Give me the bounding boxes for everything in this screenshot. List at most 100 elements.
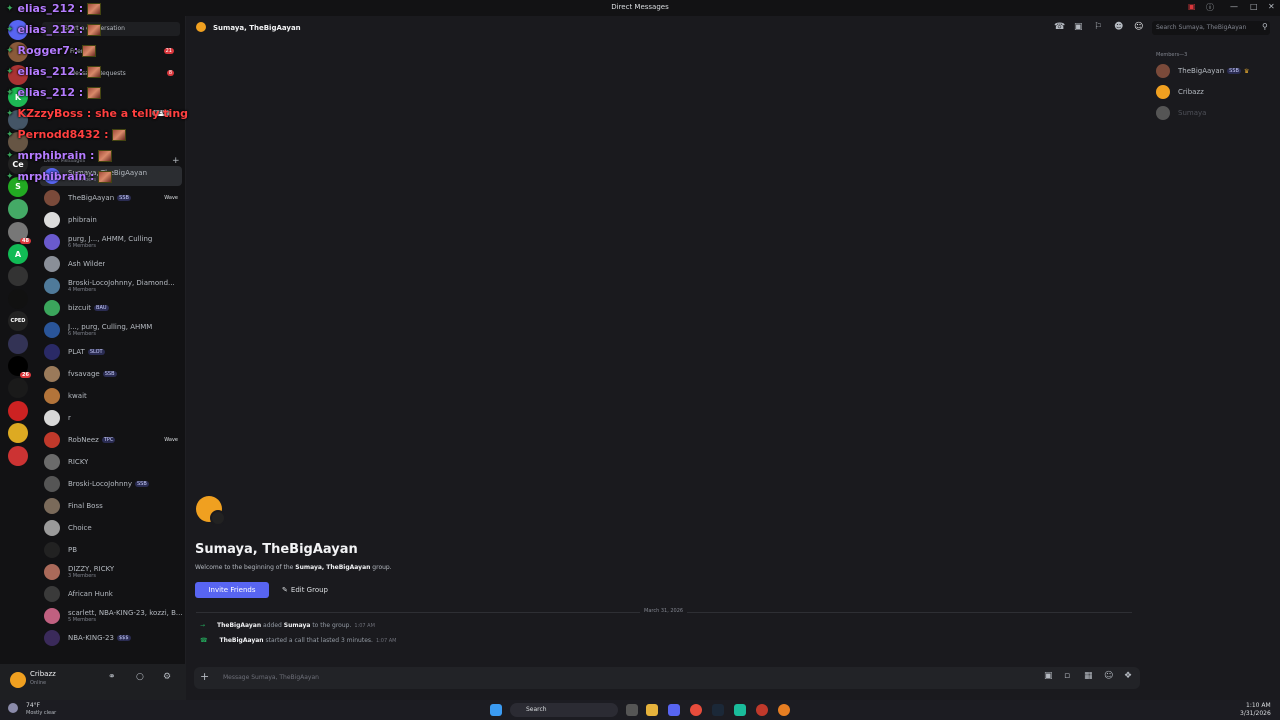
file-explorer-icon[interactable] xyxy=(646,704,658,716)
server-icon[interactable] xyxy=(8,199,28,220)
start-icon[interactable] xyxy=(490,704,502,716)
dm-item[interactable]: NBA-KING-23 $$$ xyxy=(40,628,182,648)
dm-text: purg, J..., AHMM, Culling 6 Members xyxy=(68,235,152,249)
search-input[interactable]: Search Sumaya, TheBigAayan xyxy=(1152,21,1270,35)
dm-item[interactable]: RobNeez TPC Wave xyxy=(40,430,182,450)
server-icon[interactable] xyxy=(8,288,28,309)
dm-item[interactable]: Ash Wilder xyxy=(40,254,182,274)
add-dm-button[interactable]: + xyxy=(172,156,180,166)
browser-icon[interactable] xyxy=(778,704,790,716)
task-view-icon[interactable] xyxy=(626,704,638,716)
dm-item[interactable]: African Hunk xyxy=(40,584,182,604)
dm-item[interactable]: TheBigAayan SSB Wave xyxy=(40,188,182,208)
server-icon[interactable]: K xyxy=(8,87,28,108)
microphone-icon[interactable]: ⚭ xyxy=(108,672,116,682)
friends-badge: 21 xyxy=(163,48,174,54)
dm-item[interactable]: fvsavage SSB xyxy=(40,364,182,384)
close-icon[interactable]: ✕ xyxy=(1268,2,1275,11)
server-icon[interactable]: CPED xyxy=(8,311,28,332)
mention-badge: 48 xyxy=(20,237,31,244)
settings-gear-icon[interactable]: ⚙ xyxy=(163,672,171,682)
obs-icon[interactable] xyxy=(756,704,768,716)
server-icon[interactable] xyxy=(8,64,28,85)
dm-item[interactable]: DIZZY, RICKY 3 Members xyxy=(40,562,182,582)
windows-taskbar: 74°F Mostly clear Search 1:10 AM 3/31/20… xyxy=(0,700,1280,720)
edit-group-button[interactable]: ✎ Edit Group xyxy=(276,582,334,598)
server-icon[interactable]: A xyxy=(8,244,28,264)
server-icon[interactable] xyxy=(8,445,28,466)
member-list-icon[interactable]: ☺ xyxy=(1134,22,1143,32)
add-attachment-icon[interactable]: + xyxy=(200,670,209,683)
server-icon[interactable] xyxy=(8,20,28,40)
chat-header: Sumaya, TheBigAayan ☎ ▣ ⚐ ☻ ☺ Search Sum… xyxy=(186,16,1280,40)
dm-item[interactable]: kwait xyxy=(40,386,182,406)
dm-item[interactable]: PLAT SLOT xyxy=(40,342,182,362)
server-icon[interactable] xyxy=(8,109,28,130)
minimize-icon[interactable]: — xyxy=(1230,2,1238,11)
invite-friends-button[interactable]: Invite Friends xyxy=(195,582,269,598)
welcome-suffix: group. xyxy=(370,564,392,571)
dm-text: Final Boss xyxy=(68,502,103,510)
voice-call-icon[interactable]: ☎ xyxy=(1054,22,1065,32)
dm-text: Sumaya, TheBigAayan 3 Members xyxy=(68,169,147,183)
server-icon[interactable] xyxy=(8,400,28,421)
chrome-icon[interactable] xyxy=(690,704,702,716)
add-friends-icon[interactable]: ☻ xyxy=(1114,22,1123,32)
wave-button[interactable]: Wave xyxy=(164,437,178,443)
taskbar-search[interactable]: Search xyxy=(510,703,618,717)
dm-item[interactable]: Final Boss xyxy=(40,496,182,516)
inbox-icon[interactable]: ▣ xyxy=(1188,2,1196,11)
server-icon[interactable]: Ce xyxy=(8,154,28,175)
dm-item[interactable]: purg, J..., AHMM, Culling 6 Members xyxy=(40,232,182,252)
dm-item[interactable]: phibrain xyxy=(40,210,182,230)
dm-name: African Hunk xyxy=(68,590,113,598)
app-icon[interactable] xyxy=(734,704,746,716)
message-requests-item[interactable]: Message Requests 8 xyxy=(40,66,182,82)
dm-item[interactable]: Broski-LocoJohnny, Diamond... 4 Members xyxy=(40,276,182,296)
server-icon[interactable] xyxy=(8,42,28,63)
emoji-icon[interactable]: ☺ xyxy=(1104,671,1113,681)
discord-taskbar-icon[interactable] xyxy=(668,704,680,716)
server-icon[interactable]: 26 xyxy=(8,356,31,378)
window-title: Direct Messages xyxy=(611,3,669,11)
dm-item[interactable]: r xyxy=(40,408,182,428)
help-icon[interactable]: ⓘ xyxy=(1206,2,1214,13)
friends-item[interactable]: Friends 21 xyxy=(40,44,182,60)
pin-icon[interactable]: ⚐ xyxy=(1094,22,1102,32)
video-call-icon[interactable]: ▣ xyxy=(1074,22,1083,32)
message-composer[interactable]: + Message Sumaya, TheBigAayan ▣ ▫ ▦ ☺ ❖ xyxy=(194,667,1140,689)
server-icon[interactable] xyxy=(8,378,28,399)
dm-name: Ash Wilder xyxy=(68,260,106,268)
dm-item[interactable]: Broski-LocoJohnny SSB xyxy=(40,474,182,494)
dm-item[interactable]: Choice xyxy=(40,518,182,538)
gift-icon[interactable]: ▣ xyxy=(1044,671,1053,681)
user-avatar[interactable] xyxy=(10,672,26,688)
dm-item[interactable]: Sumaya, TheBigAayan 3 Members xyxy=(40,166,182,186)
server-icon[interactable]: 48 xyxy=(8,221,31,244)
wave-button[interactable]: Wave xyxy=(164,195,178,201)
server-icon[interactable] xyxy=(8,333,28,354)
start-conversation-button[interactable]: Start a conversation xyxy=(42,22,180,36)
member-item[interactable]: Sumaya xyxy=(1156,106,1206,120)
dm-item[interactable]: J..., purg, Culling, AHMM 6 Members xyxy=(40,320,182,340)
apps-icon[interactable]: ❖ xyxy=(1124,671,1132,681)
dm-text: African Hunk xyxy=(68,590,113,598)
dm-item[interactable]: scarlett, NBA-KING-23, kozzi, B... 5 Memb… xyxy=(40,606,183,626)
member-item[interactable]: TheBigAayan SSB ♛ xyxy=(1156,64,1249,78)
dm-item[interactable]: bizcuit BAU xyxy=(40,298,182,318)
maximize-icon[interactable]: □ xyxy=(1250,2,1258,11)
welcome-group-name: Sumaya, TheBigAayan xyxy=(295,564,371,571)
dm-item[interactable]: RICKY xyxy=(40,452,182,472)
event-rest: to the group. xyxy=(310,622,352,629)
dm-item[interactable]: PB xyxy=(40,540,182,560)
member-item[interactable]: Cribazz xyxy=(1156,85,1204,99)
steam-icon[interactable] xyxy=(712,704,724,716)
sticker-icon[interactable]: ▦ xyxy=(1084,671,1093,681)
server-icon[interactable]: S xyxy=(8,176,28,197)
server-icon[interactable] xyxy=(8,266,28,287)
user-name: Cribazz xyxy=(30,670,56,678)
server-icon[interactable] xyxy=(8,423,28,444)
headphones-icon[interactable]: ○ xyxy=(136,672,144,682)
gif-icon[interactable]: ▫ xyxy=(1064,671,1070,681)
server-icon[interactable] xyxy=(8,132,28,152)
